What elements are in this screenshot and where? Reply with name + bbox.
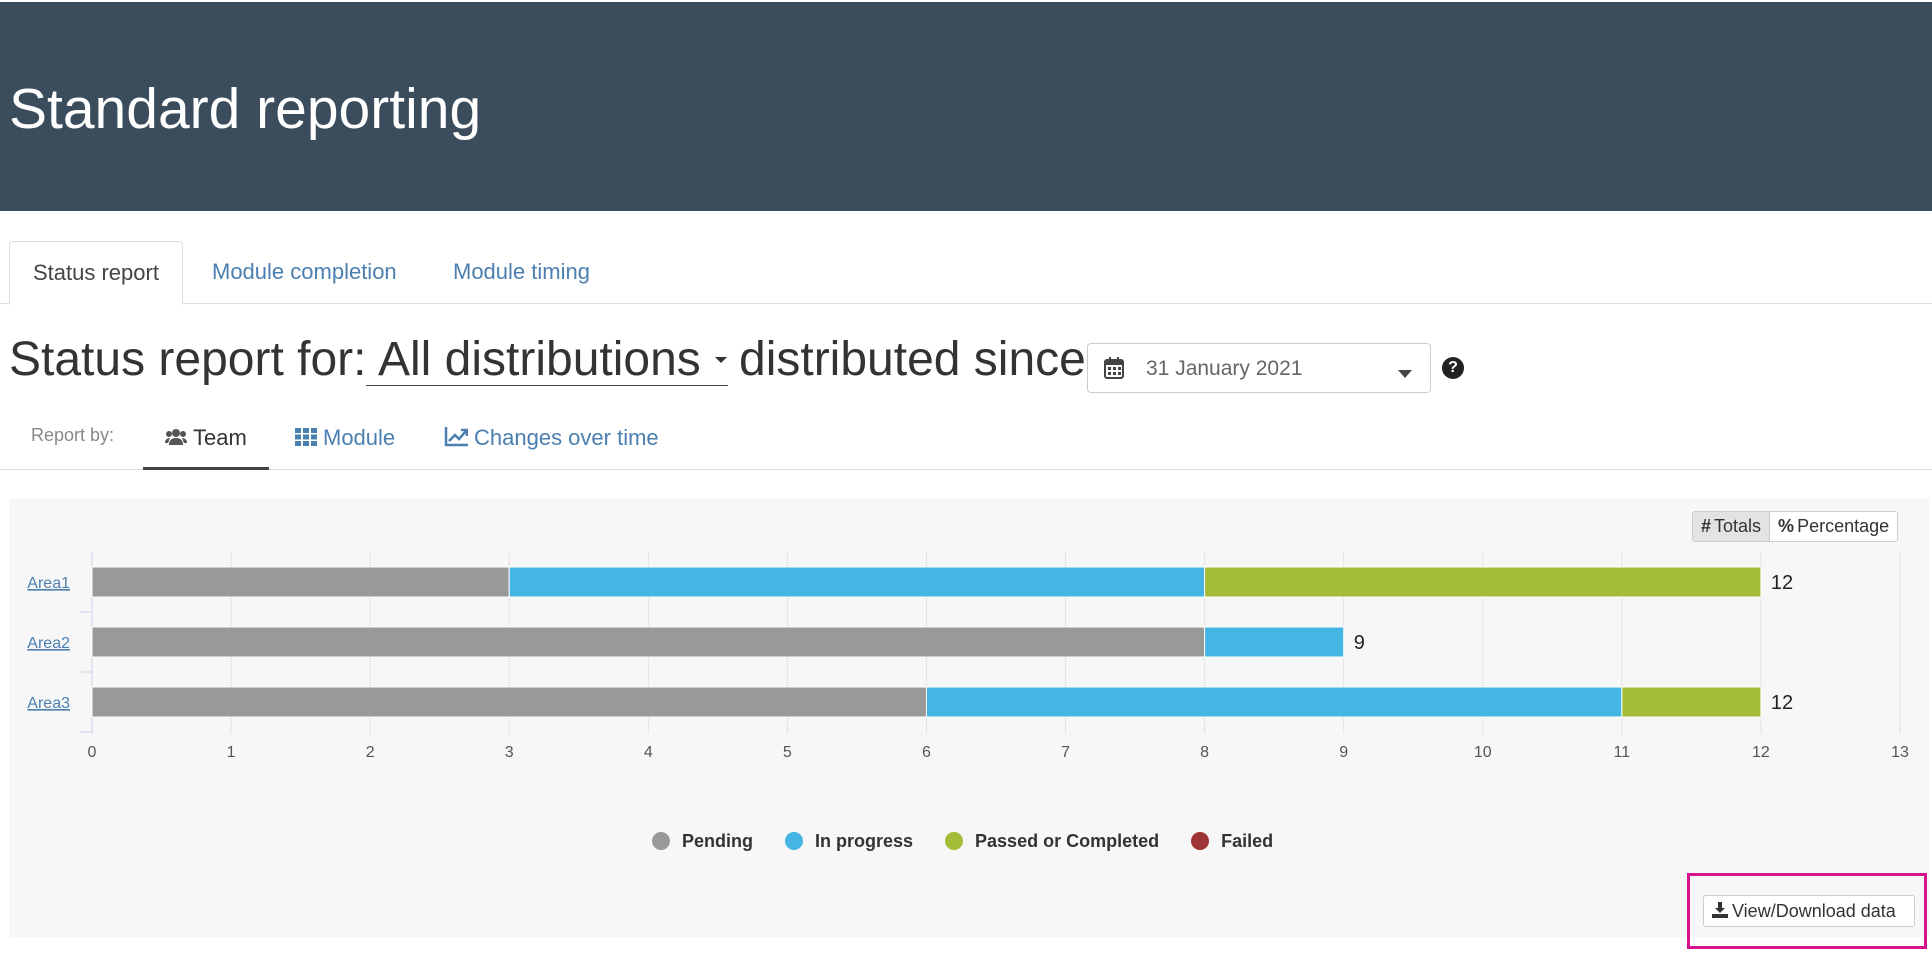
legend-label: Pending — [682, 830, 753, 851]
bar-segment — [1204, 626, 1345, 658]
x-tick-label: 12 — [1752, 744, 1770, 761]
x-tick-label: 0 — [88, 744, 97, 761]
report-tabs: Status report Module completion Module t… — [0, 241, 1932, 305]
percentage-toggle[interactable]: % Percentage — [1770, 512, 1897, 541]
legend-item[interactable]: Pending — [652, 831, 753, 852]
legend-item[interactable]: Passed or Completed — [945, 831, 1159, 852]
calendar-icon — [1104, 357, 1124, 384]
x-tick-label: 7 — [1061, 744, 1070, 761]
view-download-data-button[interactable]: View/Download data — [1703, 895, 1915, 927]
grid-icon — [295, 428, 317, 447]
view-download-data-label: View/Download data — [1732, 901, 1896, 921]
caret-down-icon — [714, 357, 727, 364]
x-tick-label: 6 — [922, 744, 931, 761]
page-title: Standard reporting — [9, 77, 482, 141]
x-tick-label: 9 — [1339, 744, 1348, 761]
report-by-label: Report by: — [31, 425, 115, 445]
x-tick-label: 11 — [1614, 744, 1631, 761]
users-icon — [165, 429, 187, 446]
x-tick-label: 1 — [227, 744, 236, 761]
legend-label: In progress — [815, 830, 914, 851]
data-label: 9 — [1354, 632, 1365, 654]
legend-dot-icon — [945, 832, 964, 850]
legend-label: Failed — [1221, 830, 1274, 851]
totals-toggle-label: Totals — [1714, 516, 1762, 536]
tab-module-completion[interactable]: Module completion — [212, 241, 397, 304]
bar-segment — [508, 566, 1206, 598]
distribution-select[interactable]: All distributions — [366, 330, 728, 386]
page-header: Standard reporting — [0, 2, 1932, 211]
distribution-select-value: All distributions — [378, 333, 701, 386]
view-toggle: # Totals % Percentage — [1692, 511, 1899, 542]
totals-toggle[interactable]: # Totals — [1693, 512, 1771, 541]
report-by-module-label: Module — [323, 425, 396, 450]
report-by-nav: Report by: Team Module Changes over time — [0, 410, 1932, 470]
report-by-changes-over-time[interactable]: Changes over time — [444, 410, 659, 470]
legend-item[interactable]: In progress — [785, 831, 913, 852]
tab-status-report[interactable]: Status report — [9, 241, 183, 305]
legend-label: Passed or Completed — [975, 830, 1160, 851]
x-tick-label: 3 — [505, 744, 514, 761]
report-by-module[interactable]: Module — [295, 410, 395, 470]
chart-legend: Pending In progress Passed or Completed Fai… — [652, 828, 1305, 854]
x-tick-label: 13 — [1891, 744, 1909, 761]
legend-dot-icon — [785, 832, 803, 850]
percentage-toggle-label: Percentage — [1797, 516, 1890, 536]
status-bar-chart: 12Area19Area212Area30 1 2 3 4 5 6 7 8 9 10 11 12 13 — [27, 552, 1909, 761]
x-tick-label: 8 — [1200, 744, 1209, 761]
bar-segment — [91, 686, 927, 718]
percent-icon: % — [1778, 516, 1795, 536]
bar-segment — [91, 566, 510, 598]
x-tick-label: 2 — [366, 744, 375, 761]
category-label[interactable]: Area1 — [27, 575, 70, 592]
chevron-down-icon — [1398, 365, 1412, 383]
bar-segment — [1204, 566, 1762, 598]
bar-segment — [91, 626, 1206, 658]
download-icon — [1712, 902, 1728, 919]
hash-icon: # — [1701, 516, 1712, 536]
x-tick-label: 10 — [1474, 744, 1492, 761]
category-label[interactable]: Area2 — [27, 635, 70, 652]
category-label[interactable]: Area3 — [27, 695, 70, 712]
data-label: 12 — [1771, 572, 1793, 594]
report-heading-prefix: Status report for: — [9, 333, 367, 386]
tab-module-timing[interactable]: Module timing — [453, 241, 590, 304]
legend-dot-icon — [1191, 832, 1210, 850]
x-tick-label: 4 — [644, 744, 653, 761]
legend-item[interactable]: Failed — [1191, 831, 1273, 852]
bar-segment — [1621, 686, 1762, 718]
report-by-team-label: Team — [193, 425, 247, 450]
bar-segment — [925, 686, 1623, 718]
x-tick-label: 5 — [783, 744, 792, 761]
data-label: 12 — [1771, 692, 1793, 714]
report-by-team[interactable]: Team — [143, 410, 269, 470]
legend-dot-icon — [652, 832, 670, 850]
help-icon[interactable]: ? — [1442, 357, 1464, 379]
date-picker[interactable]: 31 January 2021 — [1087, 343, 1431, 393]
date-value: 31 January 2021 — [1146, 357, 1303, 380]
distributed-since-label: distributed since — [739, 333, 1086, 386]
line-chart-icon — [444, 427, 469, 447]
report-by-changes-label: Changes over time — [474, 425, 659, 450]
